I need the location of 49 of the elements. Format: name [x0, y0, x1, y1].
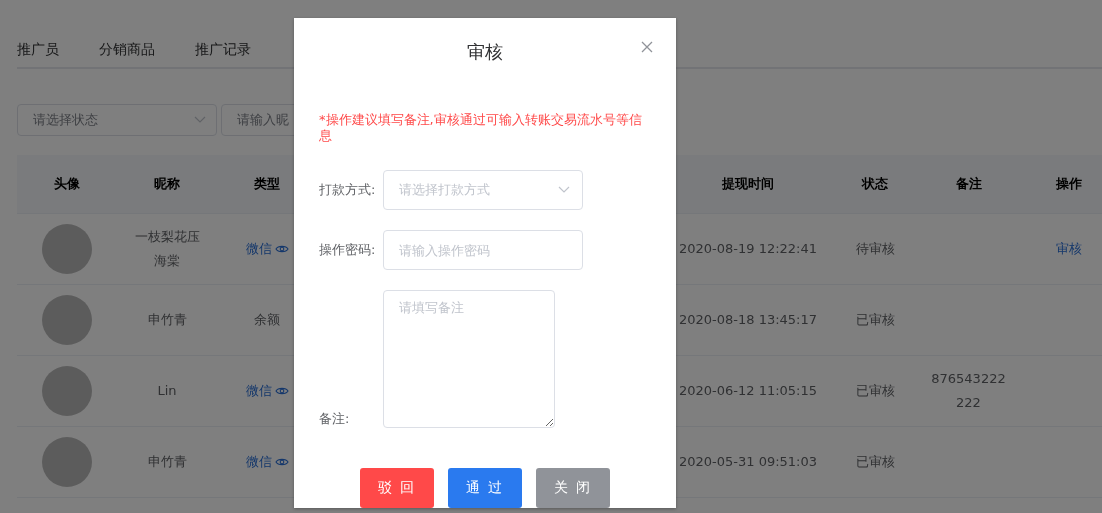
avatar-photo-placeholder: [42, 437, 92, 487]
chevron-down-icon: [194, 116, 206, 124]
tab[interactable]: 推广记录: [195, 36, 251, 69]
avatar-photo-placeholder: [42, 224, 92, 274]
status-cell-text: 已审核: [855, 382, 895, 400]
nickname-cell-text: Lin: [157, 382, 177, 400]
time-cell-text: 2020-05-31 09:51:03: [678, 453, 818, 471]
status-select[interactable]: 请选择状态: [17, 104, 217, 136]
notice-text: *操作建议填写备注,审核通过可输入转账交易流水号等信息: [319, 112, 643, 144]
tab[interactable]: 分销商品: [99, 36, 155, 69]
review-link[interactable]: 审核: [1055, 240, 1082, 258]
type-link[interactable]: 微信: [245, 240, 289, 258]
dialog-button[interactable]: 驳 回: [360, 468, 434, 508]
field-label: 操作密码:: [319, 241, 377, 259]
column-header: 类型: [253, 175, 281, 193]
time-cell-text: 2020-08-18 13:45:17: [678, 311, 818, 329]
time-cell-text: 2020-08-19 12:22:41: [678, 240, 818, 258]
column-header: 提现时间: [721, 175, 775, 193]
note-cell-text: 876543222222: [930, 370, 1007, 412]
column-header: 备注: [954, 175, 983, 193]
type-cell-text: 余额: [254, 311, 280, 329]
status-cell-text: 已审核: [855, 453, 895, 471]
eye-icon: [274, 386, 289, 396]
eye-icon: [274, 457, 289, 467]
tab[interactable]: 推广员: [17, 36, 59, 69]
remark-field[interactable]: 请填写备注: [383, 290, 555, 428]
field-label: 备注:: [319, 410, 351, 428]
column-header: 状态: [860, 175, 889, 193]
payment-method-select[interactable]: 请选择打款方式: [383, 170, 583, 210]
avatar-photo-placeholder: [42, 295, 92, 345]
type-link[interactable]: 微信: [245, 453, 289, 471]
status-cell-text: 待审核: [855, 240, 895, 258]
dialog-title: 审核: [467, 40, 503, 64]
type-link[interactable]: 微信: [245, 382, 289, 400]
column-header: 头像: [53, 175, 81, 193]
status-cell-text: 已审核: [855, 311, 895, 329]
column-header: 昵称: [153, 175, 181, 193]
password-field[interactable]: 请输入操作密码: [383, 230, 583, 270]
time-cell-text: 2020-06-12 11:05:15: [678, 382, 818, 400]
avatar-photo-placeholder: [42, 366, 92, 416]
dialog-button[interactable]: 通 过: [448, 468, 522, 508]
field-label: 打款方式:: [319, 181, 377, 199]
eye-icon: [274, 244, 289, 254]
close-button[interactable]: [640, 40, 654, 54]
column-header: 操作: [1054, 175, 1083, 193]
nickname-cell-text: 申竹青: [147, 453, 187, 471]
chevron-down-icon: [558, 186, 570, 194]
dialog-button[interactable]: 关 闭: [536, 468, 610, 508]
nickname-cell-text: 申竹青: [147, 311, 187, 329]
